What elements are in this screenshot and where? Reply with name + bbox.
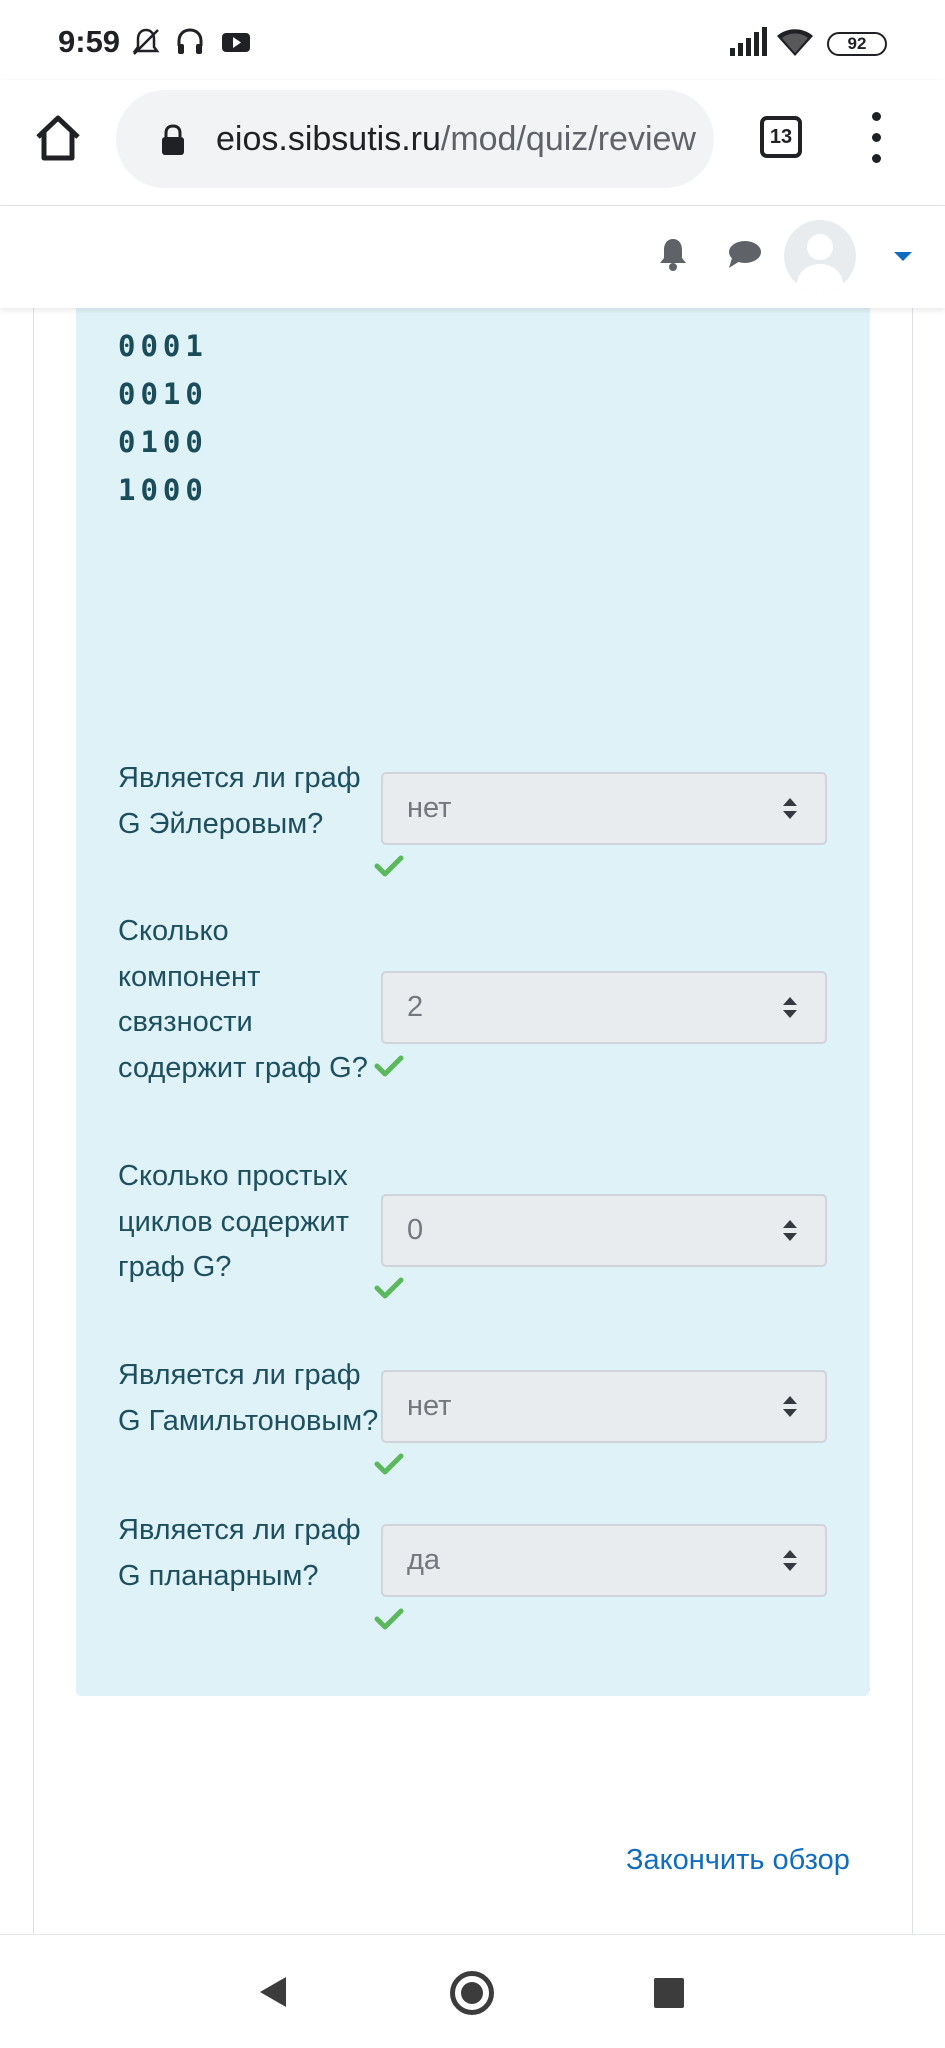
mute-icon <box>132 28 160 55</box>
status-time: 9:59 <box>58 24 121 59</box>
url-text: eios.sibsutis.ru/mod/quiz/review <box>216 120 696 159</box>
select-arrows-icon <box>783 997 797 1019</box>
answer-select[interactable]: 0 <box>381 1194 827 1267</box>
recent-apps-icon[interactable] <box>654 1978 684 2008</box>
correct-check-icon <box>374 1453 404 1475</box>
back-icon[interactable] <box>260 1977 286 2007</box>
site-navbar <box>0 206 945 308</box>
more-menu-icon[interactable] <box>858 110 896 166</box>
correct-check-icon <box>374 1608 404 1630</box>
adjacency-matrix: 0001 0010 0100 1000 <box>118 322 208 514</box>
url-path: /mod/quiz/review <box>440 120 696 158</box>
headset-icon <box>177 28 203 54</box>
question-label: Является ли граф G планарным? <box>118 1514 361 1592</box>
select-value: 0 <box>407 1214 424 1246</box>
user-menu-caret-icon[interactable] <box>894 252 912 261</box>
matrix-row: 0001 <box>118 329 208 363</box>
home-circle-icon[interactable] <box>450 1971 494 2015</box>
matrix-row: 0010 <box>118 377 208 411</box>
select-arrows-icon <box>783 1396 797 1418</box>
select-arrows-icon <box>783 1220 797 1242</box>
matrix-row: 1000 <box>118 473 208 507</box>
question-label: Является ли граф G Эйлеровым? <box>118 762 361 840</box>
correct-check-icon <box>374 855 404 877</box>
answer-select[interactable]: 2 <box>381 971 827 1044</box>
answer-select[interactable]: да <box>381 1524 827 1597</box>
question-label: Является ли граф G Гамильтоновым? <box>118 1359 379 1437</box>
status-bar: 9:59 92 <box>0 0 945 80</box>
youtube-icon <box>222 33 250 52</box>
correct-check-icon <box>374 1055 404 1077</box>
tab-switcher-button[interactable]: 13 <box>760 116 802 158</box>
finish-review-link[interactable]: Закончить обзор <box>626 1844 850 1877</box>
correct-check-icon <box>374 1277 404 1299</box>
answer-select[interactable]: нет <box>381 1370 827 1443</box>
select-value: нет <box>407 792 452 824</box>
address-bar[interactable]: eios.sibsutis.ru/mod/quiz/review <box>116 90 714 188</box>
select-arrows-icon <box>783 798 797 820</box>
url-domain: eios.sibsutis.ru <box>216 120 441 158</box>
answer-select[interactable]: нет <box>381 772 827 845</box>
question-label: Сколько простых циклов содержит граф G? <box>118 1160 350 1283</box>
question-label: Сколько компонент связности содержит гра… <box>118 915 368 1084</box>
browser-toolbar: eios.sibsutis.ru/mod/quiz/review 13 <box>0 80 945 206</box>
messages-chat-icon[interactable] <box>726 240 762 270</box>
select-value: да <box>407 1544 441 1576</box>
select-arrows-icon <box>783 1550 797 1572</box>
lock-icon <box>162 124 184 155</box>
battery-icon: 92 <box>827 32 887 56</box>
signal-icon <box>730 27 767 56</box>
wifi-icon <box>777 29 813 56</box>
home-icon[interactable] <box>30 110 86 166</box>
user-avatar[interactable] <box>784 220 856 292</box>
matrix-row: 0100 <box>118 425 208 459</box>
select-value: нет <box>407 1390 452 1422</box>
select-value: 2 <box>407 991 424 1023</box>
notifications-bell-icon[interactable] <box>656 236 690 272</box>
android-nav-bar <box>0 1934 945 2048</box>
